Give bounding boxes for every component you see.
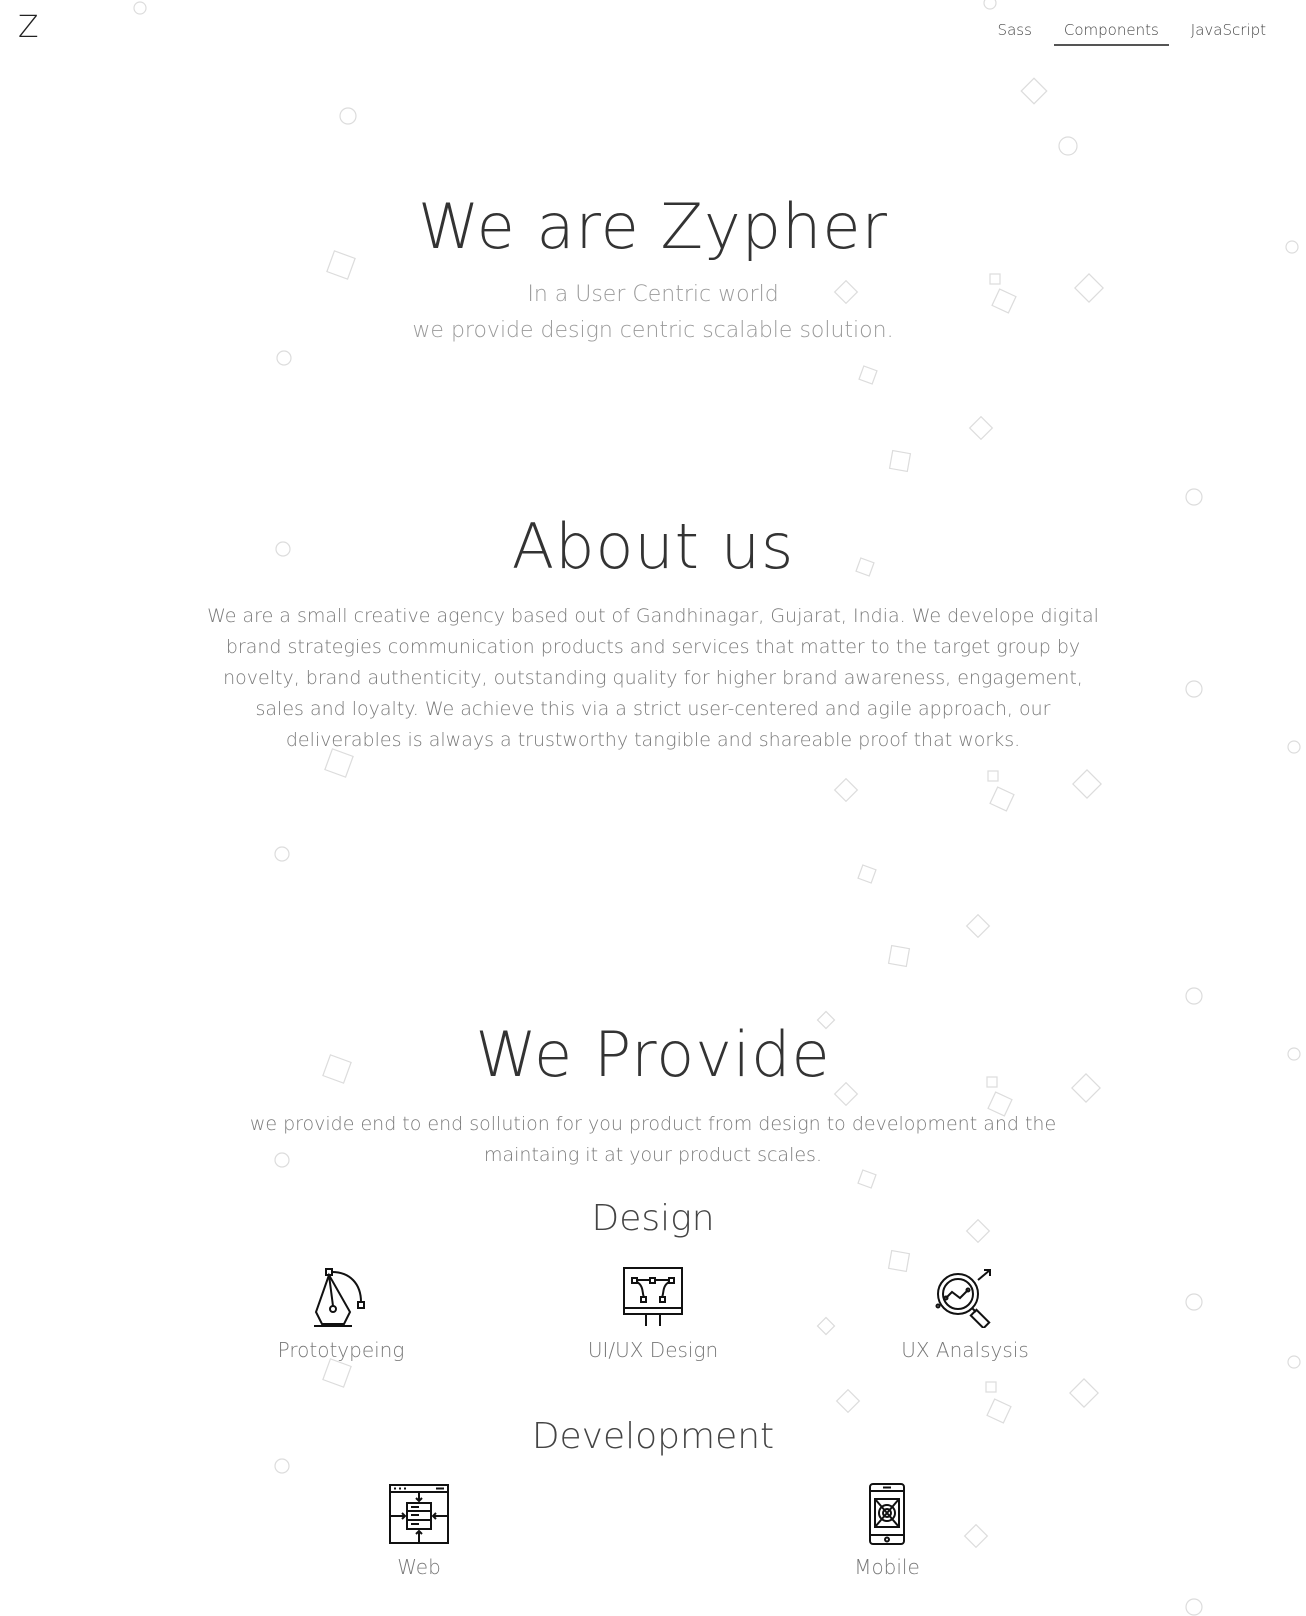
nav-item-sass[interactable]: Sass (988, 21, 1042, 46)
provide-title: We Provide (475, 1018, 831, 1091)
hero-section: We are Zypher In a User Centric world we… (0, 190, 1306, 349)
hero-subtitle-line2: we provide design centric scalable solut… (412, 318, 894, 343)
service-label-prototypeing: Prototypeing (277, 1338, 405, 1362)
service-web: Web (309, 1483, 529, 1579)
service-label-web: Web (397, 1555, 441, 1579)
web-server-icon (389, 1484, 449, 1544)
development-heading-wrap: Development (0, 1416, 1306, 1457)
development-title: Development (531, 1416, 775, 1457)
nav-item-javascript[interactable]: JavaScript (1181, 21, 1276, 46)
about-title: About us (511, 510, 795, 583)
logo[interactable]: Z (18, 10, 39, 45)
provide-text: we provide end to end sollution for you … (249, 1113, 1057, 1166)
design-board-icon (623, 1267, 683, 1326)
design-heading-wrap: Design (0, 1198, 1306, 1239)
top-nav: Sass Components JavaScript (976, 21, 1276, 46)
magnifier-chart-icon (935, 1269, 991, 1328)
pen-tool-icon (314, 1268, 365, 1327)
service-prototypeing: Prototypeing (231, 1266, 451, 1362)
service-ux-analsysis: UX Analsysis (855, 1266, 1075, 1362)
mobile-phone-icon (869, 1483, 905, 1545)
provide-section: We Provide we provide end to end solluti… (0, 1018, 1306, 1171)
service-mobile: Mobile (777, 1483, 997, 1579)
about-section: About us We are a small creative agency … (0, 510, 1306, 756)
service-label-ux-analsysis: UX Analsysis (901, 1338, 1029, 1362)
hero-subtitle-line1: In a User Centric world (527, 282, 779, 307)
service-label-mobile: Mobile (854, 1555, 920, 1579)
design-title: Design (591, 1198, 715, 1239)
hero-title: We are Zypher (418, 190, 888, 263)
service-uiux-design: UI/UX Design (543, 1266, 763, 1362)
about-text: We are a small creative agency based out… (207, 605, 1099, 751)
nav-item-components[interactable]: Components (1053, 21, 1169, 46)
service-label-uiux-design: UI/UX Design (587, 1338, 719, 1362)
